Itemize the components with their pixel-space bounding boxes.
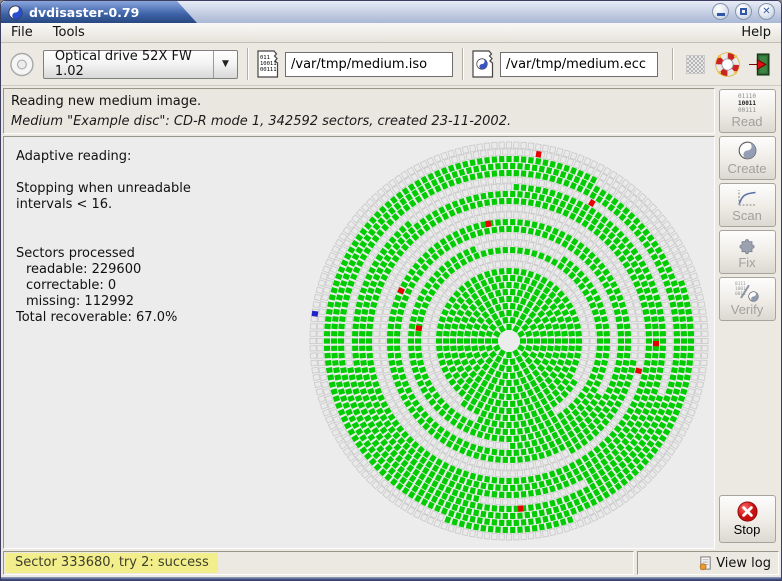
menu-help[interactable]: Help	[741, 25, 771, 40]
fix-label: Fix	[738, 255, 755, 270]
app-logo-icon	[8, 5, 23, 20]
scan-icon	[736, 188, 758, 208]
sectors-readable: readable: 229600	[16, 262, 191, 278]
sectors-missing: missing: 112992	[16, 294, 191, 310]
action-button-column: 01110 10011 00111 Read Create	[715, 88, 779, 549]
iso-path-input[interactable]	[285, 52, 453, 77]
verify-icon: 0111 1001 0011	[735, 282, 759, 302]
scan-button[interactable]: Scan	[719, 183, 776, 227]
sectors-title: Sectors processed	[16, 246, 191, 262]
status-message: Sector 333680, try 2: success	[6, 553, 218, 573]
minimize-button[interactable]	[712, 3, 729, 20]
total-recoverable: Total recoverable: 67.0%	[16, 310, 191, 326]
reading-info: Adaptive reading: Stopping when unreadab…	[16, 149, 191, 326]
iso-icon-digits: 00111	[260, 67, 277, 73]
toolbar-separator	[462, 48, 463, 80]
scan-label: Scan	[732, 208, 762, 223]
spacer	[16, 213, 191, 246]
read-label: Read	[731, 114, 762, 129]
create-button[interactable]: Create	[719, 136, 776, 180]
statusbar: Sector 333680, try 2: success View log	[3, 551, 779, 575]
title-tab: dvdisaster-0.79	[1, 1, 197, 23]
verify-button[interactable]: 0111 1001 0011 Verify	[719, 277, 776, 321]
stop-condition-line1: Stopping when unreadable	[16, 181, 191, 197]
help-button[interactable]	[714, 51, 741, 78]
create-icon	[738, 141, 757, 161]
log-icon	[698, 556, 713, 571]
status-line-2: Medium "Example disc": CD-R mode 1, 3425…	[11, 112, 707, 132]
menu-file[interactable]: File	[11, 25, 33, 40]
stop-button[interactable]: Stop	[719, 495, 776, 543]
titlebar[interactable]: dvdisaster-0.79 ✕	[1, 1, 781, 23]
drive-icon	[9, 51, 35, 78]
reading-panel: Adaptive reading: Stopping when unreadab…	[3, 136, 715, 549]
mode-title: Adaptive reading:	[16, 149, 191, 165]
quit-button[interactable]	[746, 51, 773, 78]
verify-label: Verify	[731, 302, 764, 317]
menu-tools[interactable]: Tools	[53, 25, 85, 40]
window-bottom-border	[1, 577, 781, 580]
create-label: Create	[727, 161, 766, 176]
view-log-cell[interactable]: View log	[637, 551, 779, 575]
app-window: dvdisaster-0.79 ✕ File Tools Help Optica…	[0, 0, 782, 581]
sectors-correctable: correctable: 0	[16, 278, 191, 294]
close-button[interactable]: ✕	[758, 3, 775, 20]
iso-file-icon: 011 10011 00111	[257, 50, 280, 78]
lifebuoy-icon	[715, 52, 740, 77]
maximize-button[interactable]	[735, 3, 752, 20]
disabled-preferences-icon	[686, 55, 705, 74]
fix-icon	[737, 235, 757, 255]
stop-label: Stop	[734, 522, 761, 537]
close-icon: ✕	[762, 7, 770, 17]
fix-button[interactable]: Fix	[719, 230, 776, 274]
toolbar-separator	[672, 48, 673, 80]
read-button[interactable]: 01110 10011 00111 Read	[719, 89, 776, 133]
status-line-1: Reading new medium image.	[11, 92, 707, 112]
minimize-icon	[717, 13, 725, 16]
status-message-cell: Sector 333680, try 2: success	[3, 551, 634, 575]
read-icon: 01110 10011 00111	[738, 94, 756, 114]
maximize-icon	[740, 8, 747, 15]
drive-select[interactable]: Optical drive 52X FW 1.02 ▼	[43, 50, 238, 79]
exit-door-icon	[747, 52, 772, 77]
drive-select-value: Optical drive 52X FW 1.02	[44, 49, 213, 79]
window-title: dvdisaster-0.79	[29, 5, 139, 20]
spacer	[16, 165, 191, 181]
main-area: Reading new medium image. Medium "Exampl…	[1, 86, 781, 549]
ecc-path-input[interactable]	[500, 52, 658, 77]
preferences-button-disabled[interactable]	[682, 51, 709, 78]
ecc-file-icon	[472, 50, 495, 78]
chevron-down-icon: ▼	[213, 51, 237, 78]
stop-icon	[736, 502, 759, 522]
stop-condition-line2: intervals < 16.	[16, 197, 191, 213]
menubar: File Tools Help	[1, 23, 781, 43]
view-log-label: View log	[716, 556, 771, 571]
toolbar: Optical drive 52X FW 1.02 ▼ 011 10011 00…	[1, 43, 781, 86]
status-header: Reading new medium image. Medium "Exampl…	[3, 88, 715, 134]
toolbar-separator	[247, 48, 248, 80]
